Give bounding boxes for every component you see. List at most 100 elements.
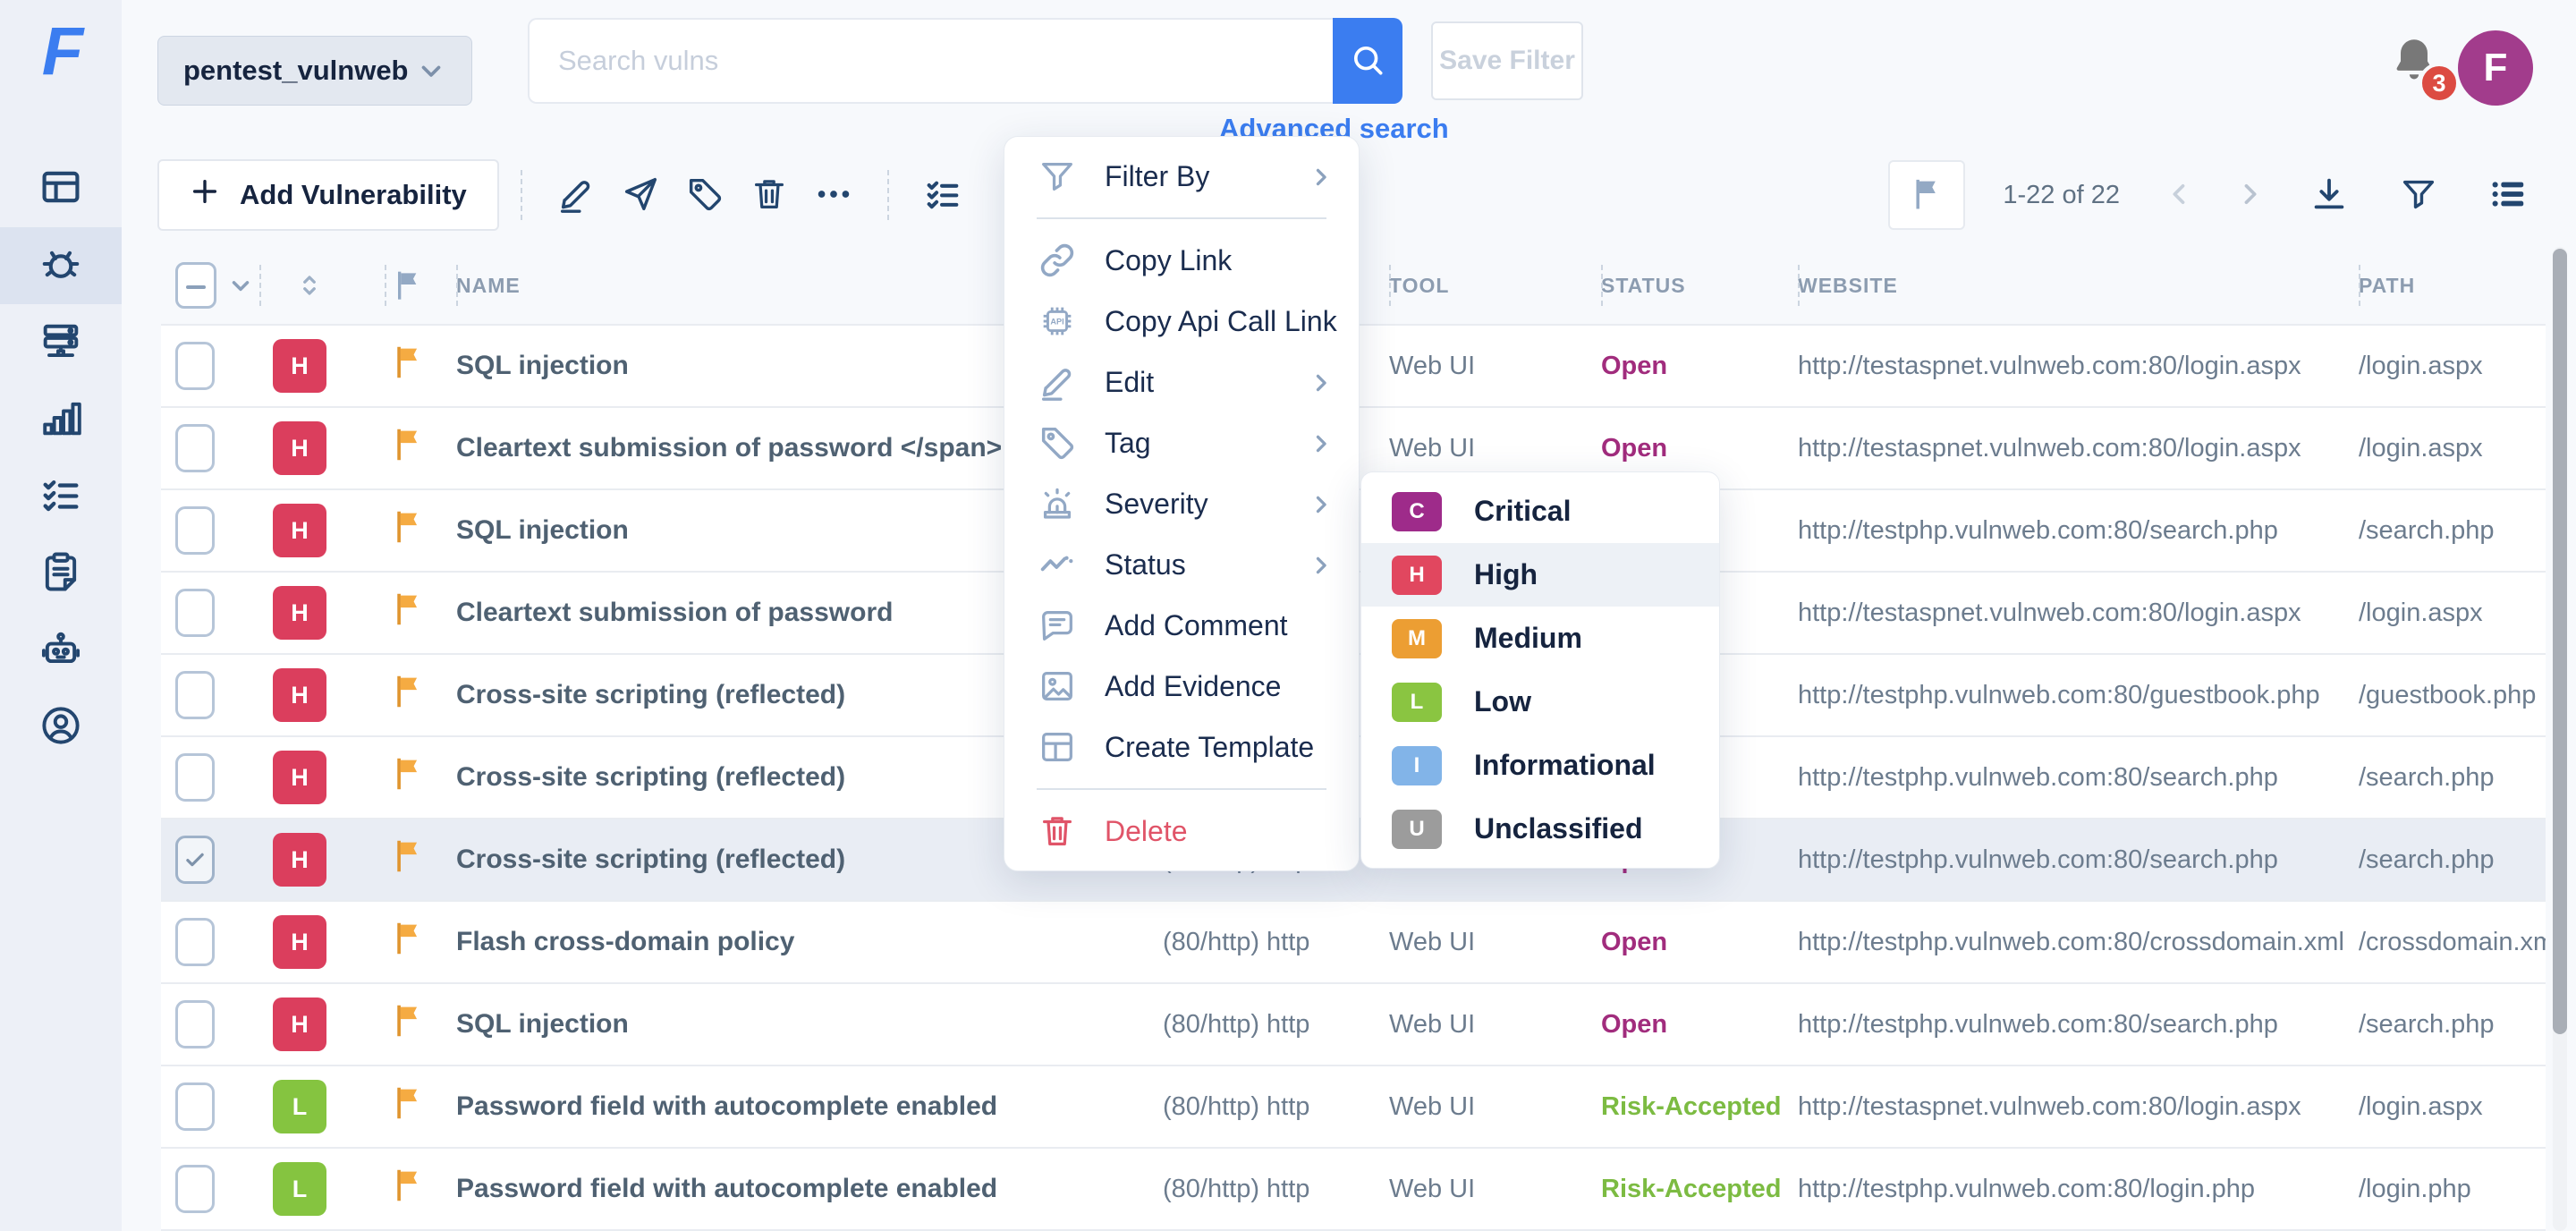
menu-item-label: Tag xyxy=(1105,427,1282,460)
menu-item-add-comment[interactable]: Add Comment xyxy=(1004,595,1359,656)
row-checkbox[interactable] xyxy=(175,1000,215,1048)
table-row[interactable]: L Password field with autocomplete enabl… xyxy=(161,1147,2546,1229)
vulnerability-name[interactable]: Flash cross-domain policy xyxy=(456,927,1163,957)
row-checkbox[interactable] xyxy=(175,342,215,390)
menu-item-create-template[interactable]: Create Template xyxy=(1004,717,1359,777)
sidebar-item-agents[interactable] xyxy=(0,612,122,689)
flag-icon[interactable] xyxy=(388,1165,428,1206)
flag-icon[interactable] xyxy=(388,918,428,959)
menu-item-delete[interactable]: Delete xyxy=(1004,801,1359,862)
sidebar-item-vulnerabilities[interactable] xyxy=(0,227,122,304)
sidebar-item-planner[interactable] xyxy=(0,458,122,535)
severity-option-low[interactable]: LLow xyxy=(1361,670,1719,734)
vulnerability-name[interactable]: Password field with autocomplete enabled xyxy=(456,1174,1163,1204)
flag-icon[interactable] xyxy=(388,589,428,630)
chevron-left-icon xyxy=(2165,179,2195,212)
menu-item-status[interactable]: Status xyxy=(1004,534,1359,595)
header-path[interactable]: PATH xyxy=(2359,247,2546,324)
row-checkbox[interactable] xyxy=(175,671,215,719)
sidebar-item-profile[interactable] xyxy=(0,689,122,766)
flag-icon[interactable] xyxy=(390,267,426,303)
more-actions-button[interactable] xyxy=(801,162,866,228)
row-checkbox[interactable] xyxy=(175,1165,215,1213)
flag-icon[interactable] xyxy=(388,424,428,465)
path-cell: /guestbook.php xyxy=(2359,681,2546,710)
tag-button[interactable] xyxy=(673,162,737,228)
menu-item-label: Copy Link xyxy=(1105,244,1334,277)
row-checkbox[interactable] xyxy=(175,753,215,802)
select-all-checkbox[interactable] xyxy=(175,262,216,309)
severity-option-informational[interactable]: IInformational xyxy=(1361,734,1719,797)
flag-filter-button[interactable] xyxy=(1888,160,1965,230)
avatar[interactable]: F xyxy=(2458,30,2533,106)
row-checkbox[interactable] xyxy=(175,1082,215,1131)
row-checkbox[interactable] xyxy=(175,506,215,555)
table-row[interactable]: H SQL injection (80/http) http Web UI Op… xyxy=(161,982,2546,1065)
vulnerability-name[interactable]: Password field with autocomplete enabled xyxy=(456,1091,1163,1122)
search-input[interactable] xyxy=(528,18,1333,104)
send-button[interactable] xyxy=(608,162,673,228)
scrollbar-thumb[interactable] xyxy=(2553,249,2567,1034)
menu-item-filter-by[interactable]: Filter By xyxy=(1004,146,1359,207)
download-button[interactable] xyxy=(2297,162,2361,228)
add-vulnerability-button[interactable]: Add Vulnerability xyxy=(157,159,499,231)
menu-item-copy-link[interactable]: Copy Link xyxy=(1004,230,1359,291)
header-status[interactable]: STATUS xyxy=(1601,247,1798,324)
evidence-icon xyxy=(1037,666,1078,707)
severity-option-unclassified[interactable]: UUnclassified xyxy=(1361,797,1719,861)
sidebar-item-analytics[interactable] xyxy=(0,381,122,458)
bulk-select-button[interactable] xyxy=(911,162,975,228)
menu-item-severity[interactable]: Severity xyxy=(1004,473,1359,534)
prev-page-button[interactable] xyxy=(2157,173,2202,217)
sort-icon[interactable] xyxy=(293,269,326,301)
sidebar-item-hosts[interactable] xyxy=(0,304,122,381)
funnel-icon xyxy=(2398,174,2439,217)
row-checkbox[interactable] xyxy=(175,589,215,637)
edit-button[interactable] xyxy=(544,162,608,228)
menu-item-tag[interactable]: Tag xyxy=(1004,412,1359,473)
tag-icon xyxy=(1037,422,1078,463)
search-button[interactable] xyxy=(1333,18,1402,104)
row-checkbox[interactable] xyxy=(175,836,215,884)
menu-item-copy-api-call-link[interactable]: APICopy Api Call Link xyxy=(1004,291,1359,352)
menu-item-edit[interactable]: Edit xyxy=(1004,352,1359,412)
flag-icon[interactable] xyxy=(388,1082,428,1124)
severity-option-critical[interactable]: C Critical xyxy=(1361,480,1719,543)
severity-option-medium[interactable]: MMedium xyxy=(1361,607,1719,670)
sidebar-item-dashboard[interactable] xyxy=(0,150,122,227)
save-filter-button[interactable]: Save Filter xyxy=(1431,21,1583,100)
faraday-logo[interactable]: F xyxy=(0,13,122,90)
flag-icon[interactable] xyxy=(388,753,428,794)
flag-icon[interactable] xyxy=(388,506,428,548)
row-checkbox[interactable] xyxy=(175,424,215,472)
table-row[interactable]: L Password field with autocomplete enabl… xyxy=(161,1065,2546,1147)
sidebar-item-reports[interactable] xyxy=(0,535,122,612)
menu-item-add-evidence[interactable]: Add Evidence xyxy=(1004,656,1359,717)
select-menu-chevron-icon[interactable] xyxy=(227,272,254,299)
flag-icon[interactable] xyxy=(388,671,428,712)
severity-badge: H xyxy=(273,833,326,887)
severity-badge: H xyxy=(273,421,326,475)
siren-icon xyxy=(1037,483,1078,524)
severity-letter-badge: C xyxy=(1392,492,1442,531)
filter-button[interactable] xyxy=(2386,162,2451,228)
vulnerability-name[interactable]: SQL injection xyxy=(456,1009,1163,1040)
header-tool[interactable]: TOOL xyxy=(1389,247,1601,324)
flag-icon[interactable] xyxy=(388,836,428,877)
flag-icon[interactable] xyxy=(388,1000,428,1041)
header-website[interactable]: WEBSITE xyxy=(1798,247,2359,324)
template-icon xyxy=(1037,726,1078,768)
next-page-button[interactable] xyxy=(2227,173,2272,217)
pencil-icon xyxy=(1037,361,1078,403)
status-cell: Open xyxy=(1601,434,1798,463)
delete-button[interactable] xyxy=(737,162,801,228)
table-row[interactable]: H Flash cross-domain policy (80/http) ht… xyxy=(161,900,2546,982)
row-checkbox[interactable] xyxy=(175,918,215,966)
menu-item-label: Add Evidence xyxy=(1105,670,1334,703)
bar-chart-icon xyxy=(38,395,84,446)
severity-option-label: Critical xyxy=(1474,495,1571,528)
flag-icon[interactable] xyxy=(388,342,428,383)
view-options-button[interactable] xyxy=(2476,162,2540,228)
severity-option-high[interactable]: HHigh xyxy=(1361,543,1719,607)
workspace-selector[interactable]: pentest_vulnweb xyxy=(157,36,472,106)
